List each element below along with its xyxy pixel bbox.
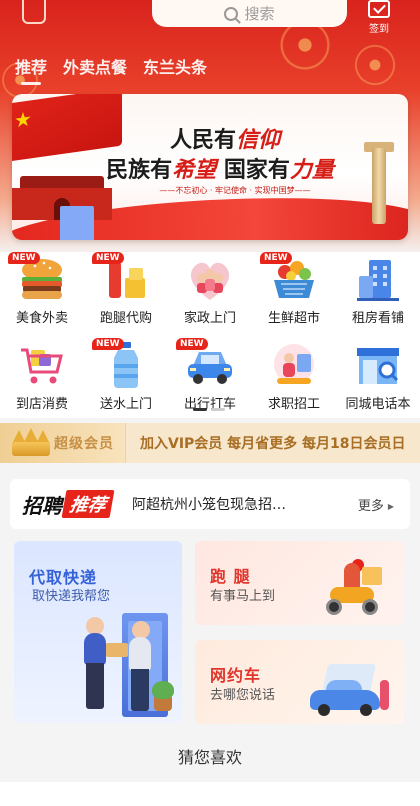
service-label: 求职招工 xyxy=(267,397,320,412)
service-errand[interactable]: NEW 跑腿代购 xyxy=(84,252,168,330)
vip-promo-text: 加入VIP会员 每月省更多 每月18日会员日 xyxy=(140,436,406,452)
errand-card[interactable]: 跑 腿 有事马上到 xyxy=(195,541,404,625)
recruit-logo: 招聘 推荐 xyxy=(22,490,115,519)
signin-label: 签到 xyxy=(369,24,389,35)
service-label: 美食外卖 xyxy=(15,311,68,326)
service-grid: NEW 美食外卖 NEW 跑腿代购 家政上门 NEW 生鲜超市 租房看铺 到店消… xyxy=(0,252,420,416)
service-in-store[interactable]: 到店消费 xyxy=(0,338,84,416)
vip-banner[interactable]: 超级会员 加入VIP会员 每月省更多 每月18日会员日 xyxy=(0,423,420,463)
tab-recommend[interactable]: 推荐 xyxy=(15,54,47,85)
signin-button[interactable]: 签到 xyxy=(362,0,396,35)
service-label: 到店消费 xyxy=(15,397,68,412)
vip-badge: 超级会员 xyxy=(0,423,126,463)
service-label: 送水上门 xyxy=(99,397,152,412)
card-subtitle: 取快递我帮您 xyxy=(32,589,111,604)
search-placeholder: 搜索 xyxy=(244,5,275,23)
search-icon xyxy=(224,6,239,21)
promo-banner[interactable]: ★ 人民有信仰 民族有希望 国家有力量 ——不忘初心 · 牢记使命 · 实现中国… xyxy=(12,94,408,240)
service-label: 同城电话本 xyxy=(345,397,411,412)
service-food-delivery[interactable]: NEW 美食外卖 xyxy=(0,252,84,330)
housekeeping-icon xyxy=(190,262,230,300)
service-rental[interactable]: 租房看铺 xyxy=(336,252,420,330)
car-illustration xyxy=(308,664,390,716)
card-subtitle: 有事马上到 xyxy=(210,589,276,604)
grid-page-indicator xyxy=(193,408,227,411)
recruit-more-link[interactable]: 更多 xyxy=(358,495,394,514)
top-tabs: 推荐 外卖点餐 东兰头条 xyxy=(15,54,207,85)
service-label: 生鲜超市 xyxy=(267,311,320,326)
new-badge: NEW xyxy=(92,338,124,350)
feed-start xyxy=(0,782,420,806)
page-dot xyxy=(211,408,225,411)
recruit-bar[interactable]: 招聘 推荐 阿超杭州小笼包现急招… 更多 xyxy=(10,479,410,529)
banner-slogan-line2: 民族有希望 国家有力量 xyxy=(106,158,334,183)
new-badge: NEW xyxy=(92,252,124,264)
service-housekeeping[interactable]: 家政上门 xyxy=(168,252,252,330)
parcel-icon xyxy=(106,643,128,657)
service-fresh-market[interactable]: NEW 生鲜超市 xyxy=(252,252,336,330)
new-badge: NEW xyxy=(260,252,292,264)
card-title: 网约车 xyxy=(210,666,262,685)
service-jobs[interactable]: 求职招工 xyxy=(252,338,336,416)
banner-slogan-line1: 人民有信仰 xyxy=(169,128,281,153)
ride-hailing-card[interactable]: 网约车 去哪您说话 xyxy=(195,640,404,724)
banner-slogan-line3: ——不忘初心 · 牢记使命 · 实现中国梦—— xyxy=(159,186,311,195)
job-icon xyxy=(274,344,314,384)
new-badge: NEW xyxy=(8,252,40,264)
service-water-delivery[interactable]: NEW 送水上门 xyxy=(84,338,168,416)
express-pickup-card[interactable]: 代取快递 取快递我帮您 xyxy=(14,541,182,723)
service-label: 家政上门 xyxy=(183,311,236,326)
app-logo xyxy=(22,0,46,24)
recruit-headline[interactable]: 阿超杭州小笼包现急招… xyxy=(132,494,302,514)
service-label: 租房看铺 xyxy=(351,311,404,326)
search-bar[interactable]: 搜索 xyxy=(152,0,347,27)
tab-takeaway[interactable]: 外卖点餐 xyxy=(63,54,127,78)
service-grid-area: NEW 美食外卖 NEW 跑腿代购 家政上门 NEW 生鲜超市 租房看铺 到店消… xyxy=(0,252,420,418)
shopping-cart-icon xyxy=(21,348,63,384)
vip-title: 超级会员 xyxy=(54,436,114,452)
new-badge: NEW xyxy=(176,338,208,350)
feed-section-title: 猜您喜欢 xyxy=(177,748,242,767)
card-title: 跑 腿 xyxy=(210,567,251,586)
tab-headlines[interactable]: 东兰头条 xyxy=(143,54,207,78)
crown-icon xyxy=(8,428,54,458)
phonebook-icon xyxy=(357,348,399,384)
checkin-icon xyxy=(368,0,390,18)
scooter-illustration xyxy=(322,556,386,617)
service-taxi[interactable]: NEW 出行打车 xyxy=(168,338,252,416)
page-dot-active xyxy=(193,408,207,411)
service-label: 跑腿代购 xyxy=(99,311,152,326)
card-subtitle: 去哪您说话 xyxy=(210,688,276,703)
building-icon xyxy=(357,260,399,301)
service-phonebook[interactable]: 同城电话本 xyxy=(336,338,420,416)
